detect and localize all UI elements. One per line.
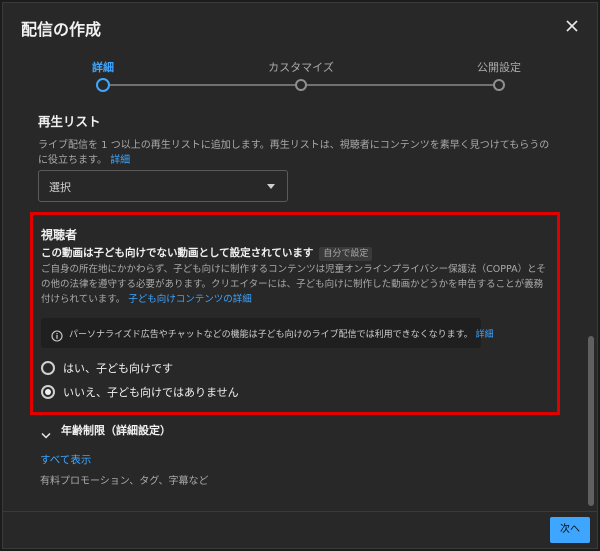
radio-no-label: いいえ、子ども向けではありません [63,386,239,399]
playlist-learn-more-link[interactable]: 詳細 [110,155,130,166]
dialog-title: 配信の作成 [21,20,102,39]
dialog-header: 配信の作成 [3,3,597,51]
radio-yes-label: はい、子ども向けです [63,362,173,375]
self-set-badge: 自分で設定 [319,247,373,261]
tab-details[interactable]: 詳細 [92,59,114,75]
step-dot-visibility[interactable] [493,79,505,91]
close-icon[interactable] [561,15,583,37]
playlist-title: 再生リスト [38,114,101,129]
audience-description: ご自身の所在地にかかわらず、子ども向けに制作するコンテンツは児童オンラインプライ… [41,262,551,307]
audience-status: この動画は子ども向けでない動画として設定されています 自分で設定 [41,245,373,261]
audience-title: 視聴者 [41,228,78,242]
age-restriction-label: 年齢制限（詳細設定） [61,424,171,437]
playlist-select[interactable]: 選択 [38,170,288,202]
info-message: パーソナライズド広告やチャットなどの機能は子ども向けのライブ配信では利用できなく… [69,330,473,340]
footer-divider [3,511,597,512]
next-button[interactable]: 次へ [550,517,590,543]
info-learn-more-link[interactable]: 詳細 [476,330,494,340]
radio-circle[interactable] [41,361,55,375]
audience-description-text: ご自身の所在地にかかわらず、子ども向けに制作するコンテンツは児童オンラインプライ… [41,264,546,305]
chevron-down-icon [41,425,51,439]
scrollbar[interactable] [588,336,594,506]
info-text: パーソナライズド広告やチャットなどの機能は子ども向けのライブ配信では利用できなく… [69,327,494,340]
step-dot-details[interactable] [96,78,110,92]
stepper-line [103,84,301,86]
radio-circle-checked[interactable] [41,385,55,399]
playlist-select-value: 選択 [49,181,71,194]
tab-customize[interactable]: カスタマイズ [268,59,334,75]
kids-content-link[interactable]: 子ども向けコンテンツの詳細 [128,294,252,305]
show-all-link[interactable]: すべて表示 [40,452,91,467]
create-stream-dialog: 配信の作成 詳細 カスタマイズ 公開設定 再生リスト ライブ配信を 1 つ以上の… [2,2,598,549]
info-banner: パーソナライズド広告やチャットなどの機能は子ども向けのライブ配信では利用できなく… [41,318,494,348]
audience-status-text: この動画は子ども向けでない動画として設定されています [41,247,314,259]
playlist-description: ライブ配信を 1 つ以上の再生リストに追加します。再生リストは、視聴者にコンテン… [38,138,558,168]
stepper: 詳細 カスタマイズ 公開設定 [3,53,597,103]
audience-section: 視聴者 この動画は子ども向けでない動画として設定されています 自分で設定 ご自身の… [30,212,560,415]
playlist-section: 再生リスト ライブ配信を 1 つ以上の再生リストに追加します。再生リストは、視聴… [38,111,558,168]
show-all-description: 有料プロモーション、タグ、字幕など [40,476,209,487]
dropdown-arrow-icon [267,184,275,189]
tab-visibility[interactable]: 公開設定 [477,59,521,75]
stepper-line [301,84,499,86]
info-icon [51,327,63,342]
step-dot-customize[interactable] [295,79,307,91]
